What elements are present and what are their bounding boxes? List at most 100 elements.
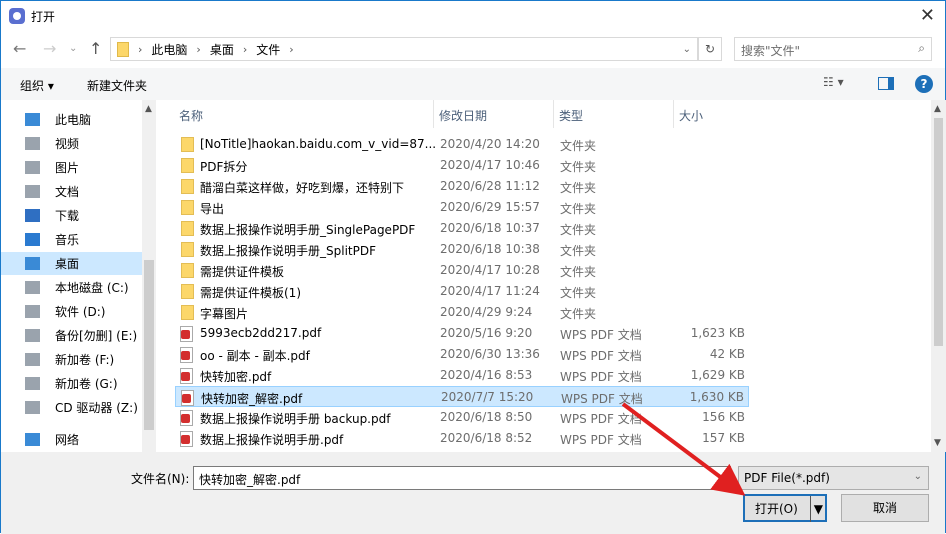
- folder-icon: [181, 137, 194, 152]
- file-row[interactable]: 导出 2020/6/29 15:57 文件夹: [175, 197, 749, 218]
- pdf-file-icon: [180, 431, 193, 447]
- folder-icon: [181, 221, 194, 236]
- sidebar-item[interactable]: 下载: [1, 204, 142, 227]
- search-input[interactable]: 搜索"文件" ⌕: [734, 37, 932, 61]
- file-size: 157 KB: [702, 431, 745, 445]
- help-icon[interactable]: ?: [915, 75, 933, 93]
- column-size[interactable]: 大小: [679, 107, 703, 124]
- file-name: 数据上报操作说明手册 backup.pdf: [200, 412, 391, 426]
- sidebar-item-label: 新加卷 (F:): [55, 353, 115, 367]
- open-button[interactable]: 打开(O) ▼: [743, 494, 827, 522]
- folder-icon: [181, 242, 194, 257]
- file-type: WPS PDF 文档: [560, 412, 642, 426]
- sidebar-item[interactable]: 新加卷 (G:): [1, 372, 142, 395]
- navigation-pane: 此电脑视频图片 文档 下载 音乐 桌面 本地磁盘 (C:) 软件 (D:) 备份[勿删] (E…: [1, 100, 156, 452]
- forward-icon[interactable]: →: [43, 39, 56, 58]
- preview-pane-icon[interactable]: [878, 77, 894, 90]
- file-type: WPS PDF 文档: [560, 370, 642, 384]
- cd-icon: [25, 401, 40, 414]
- sidebar-item-label: 新加卷 (G:): [55, 377, 118, 391]
- sidebar-item-label: 备份[勿删] (E:): [55, 329, 138, 343]
- file-row[interactable]: 快转加密_解密.pdf 2020/7/7 15:20 WPS PDF 文档 1,630…: [175, 386, 749, 407]
- folder-icon: [181, 179, 194, 194]
- file-row[interactable]: 需提供证件模板(1) 2020/4/17 11:24 文件夹: [175, 281, 749, 302]
- file-type-select[interactable]: PDF File(*.pdf) ⌄: [738, 466, 929, 490]
- file-row[interactable]: 字幕图片 2020/4/29 9:24 文件夹: [175, 302, 749, 323]
- close-icon[interactable]: ✕: [920, 5, 935, 26]
- pc-icon: [25, 113, 40, 126]
- file-size: 1,629 KB: [690, 368, 745, 382]
- desktop-icon: [25, 257, 40, 270]
- file-row[interactable]: 数据上报操作说明手册 backup.pdf 2020/6/18 8:50 WPS P…: [175, 407, 749, 428]
- file-type: 文件夹: [560, 286, 597, 300]
- organize-button[interactable]: 组织 ▾: [20, 77, 54, 94]
- refresh-icon[interactable]: ↻: [698, 37, 722, 61]
- file-row[interactable]: 数据上报操作说明手册_SinglePagePDF 2020/6/18 10:37 文…: [175, 218, 749, 239]
- address-dropdown-icon[interactable]: ⌄: [683, 44, 691, 55]
- file-type: WPS PDF 文档: [560, 328, 642, 342]
- sidebar-scrollbar[interactable]: ▲: [142, 100, 156, 452]
- file-row[interactable]: PDF拆分 2020/4/17 10:46 文件夹: [175, 155, 749, 176]
- drive-icon: [25, 329, 40, 342]
- file-type: WPS PDF 文档: [560, 433, 642, 447]
- drive-icon: [25, 353, 40, 366]
- recent-chevron-icon[interactable]: ⌄: [69, 43, 77, 54]
- file-row[interactable]: [NoTitle]haokan.baidu.com_v_vid=87... 202…: [175, 134, 749, 155]
- sidebar-item[interactable]: CD 驱动器 (Z:): [1, 396, 142, 419]
- sidebar-item[interactable]: 图片: [1, 156, 142, 179]
- file-name: [NoTitle]haokan.baidu.com_v_vid=87...: [200, 137, 437, 151]
- filename-input[interactable]: 快转加密_解密.pdf ⌄: [193, 466, 731, 490]
- breadcrumb-item[interactable]: 文件: [256, 41, 280, 58]
- column-name[interactable]: 名称: [179, 107, 203, 124]
- up-icon[interactable]: ↑: [89, 39, 102, 58]
- open-dropdown-icon[interactable]: ▼: [809, 496, 823, 522]
- file-row[interactable]: 数据上报操作说明手册.pdf 2020/6/18 8:52 WPS PDF 文档 15…: [175, 428, 749, 449]
- breadcrumb-item[interactable]: 此电脑: [151, 41, 187, 58]
- file-name: 字幕图片: [200, 307, 249, 321]
- sidebar-item[interactable]: 软件 (D:): [1, 300, 142, 323]
- folder-icon: [181, 263, 194, 278]
- sidebar-item[interactable]: 视频: [1, 132, 142, 155]
- sidebar-item[interactable]: 本地磁盘 (C:): [1, 276, 142, 299]
- file-date: 2020/4/17 11:24: [440, 284, 540, 298]
- file-row[interactable]: 需提供证件模板 2020/4/17 10:28 文件夹: [175, 260, 749, 281]
- file-size: 1,623 KB: [690, 326, 745, 340]
- file-type: 文件夹: [560, 181, 597, 195]
- file-name: 需提供证件模板: [200, 265, 285, 279]
- file-type: 文件夹: [560, 265, 597, 279]
- sidebar-item[interactable]: 文档: [1, 180, 142, 203]
- file-row[interactable]: 5993ecb2dd217.pdf 2020/5/16 9:20 WPS PDF 文…: [175, 323, 749, 344]
- music-icon: [25, 233, 40, 246]
- sidebar-item[interactable]: 桌面: [1, 252, 142, 275]
- dialog-title: 打开: [31, 10, 56, 24]
- breadcrumb-item[interactable]: 桌面: [210, 41, 234, 58]
- file-type: 文件夹: [560, 160, 597, 174]
- folder-icon: [181, 158, 194, 173]
- drive-icon: [25, 305, 40, 318]
- file-row[interactable]: oo - 副本 - 副本.pdf 2020/6/30 13:36 WPS PDF 文…: [175, 344, 749, 365]
- column-type[interactable]: 类型: [559, 107, 583, 124]
- file-name: 数据上报操作说明手册_SplitPDF: [200, 244, 376, 258]
- file-date: 2020/4/16 8:53: [440, 368, 533, 382]
- file-row[interactable]: 数据上报操作说明手册_SplitPDF 2020/6/18 10:38 文件夹: [175, 239, 749, 260]
- sidebar-item[interactable]: 此电脑: [1, 108, 142, 131]
- doc-icon: [25, 185, 40, 198]
- new-folder-button[interactable]: 新建文件夹: [87, 77, 147, 94]
- file-type: WPS PDF 文档: [560, 349, 642, 363]
- file-row[interactable]: 快转加密.pdf 2020/4/16 8:53 WPS PDF 文档 1,629 KB: [175, 365, 749, 386]
- column-date[interactable]: 修改日期: [439, 107, 487, 124]
- sidebar-item-label: 视频: [55, 137, 80, 151]
- column-header: ^ 名称 修改日期 类型 大小: [171, 100, 931, 128]
- back-icon[interactable]: ←: [13, 39, 26, 58]
- sidebar-item[interactable]: 网络: [1, 428, 142, 451]
- file-date: 2020/6/18 10:38: [440, 242, 540, 256]
- view-options-icon[interactable]: ☷ ▾: [823, 75, 844, 89]
- file-row[interactable]: 醋溜白菜这样做，好吃到爆，还特别下 2020/6/28 11:12 文件夹: [175, 176, 749, 197]
- sidebar-item[interactable]: 新加卷 (F:): [1, 348, 142, 371]
- address-bar[interactable]: › 此电脑 › 桌面 › 文件 › ⌄: [110, 37, 698, 61]
- sidebar-item[interactable]: 备份[勿删] (E:): [1, 324, 142, 347]
- sidebar-item[interactable]: 音乐: [1, 228, 142, 251]
- file-name: 需提供证件模板(1): [200, 286, 301, 300]
- file-list-scrollbar[interactable]: ▲ ▼: [931, 100, 946, 452]
- cancel-button[interactable]: 取消: [841, 494, 929, 522]
